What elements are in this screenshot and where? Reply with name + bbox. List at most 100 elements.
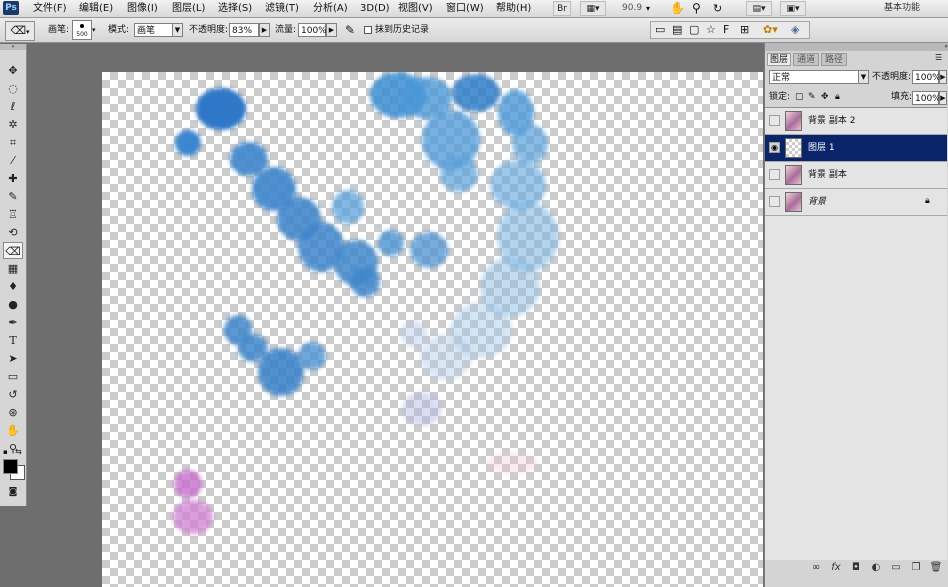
panel-menu-icon[interactable]: ☰ bbox=[935, 53, 942, 62]
workspace-switcher[interactable]: 基本功能 bbox=[884, 0, 920, 17]
brush-picker[interactable]: 500 bbox=[72, 20, 92, 40]
move-tool-icon[interactable]: ✥ bbox=[3, 62, 23, 79]
brush-tool-icon[interactable]: ✎ bbox=[3, 188, 23, 205]
mode-dropdown-icon[interactable]: ▼ bbox=[172, 23, 183, 37]
type-tool-icon[interactable]: T bbox=[3, 332, 23, 349]
menu-edit[interactable]: 编辑(E) bbox=[79, 0, 113, 17]
new-layer-icon[interactable]: ❐ bbox=[909, 561, 923, 575]
menu-filter[interactable]: 滤镜(T) bbox=[265, 0, 299, 17]
layer-row[interactable]: 背景 🔒︎ bbox=[765, 189, 947, 216]
rotate-view-icon[interactable]: ↻ bbox=[713, 0, 722, 17]
default-colors-icon[interactable]: ▪ bbox=[3, 448, 8, 456]
menu-view[interactable]: 视图(V) bbox=[398, 0, 433, 17]
menu-file[interactable]: 文件(F) bbox=[33, 0, 67, 17]
opacity-input[interactable]: 83% bbox=[229, 23, 259, 37]
pen-tool-icon[interactable]: ✒ bbox=[3, 314, 23, 331]
layer-name: 背景 副本 2 bbox=[808, 116, 856, 126]
airbrush-icon[interactable]: ✎ bbox=[345, 18, 355, 42]
tab-layers[interactable]: 图层 bbox=[767, 53, 791, 66]
layer-row[interactable]: ◉ 图层 1 bbox=[765, 135, 947, 162]
history-brush-tool-icon[interactable]: ⟲ bbox=[3, 224, 23, 241]
brush-picker-arrow-icon[interactable]: ▾ bbox=[92, 20, 100, 40]
screen-mode-button[interactable]: ▣▾ bbox=[780, 1, 806, 16]
menu-image[interactable]: 图像(I) bbox=[127, 0, 158, 17]
toolbox-collapse-icon[interactable]: » bbox=[0, 44, 26, 50]
frame-icon[interactable]: ▢ bbox=[689, 23, 699, 36]
quick-mask-icon[interactable]: ◙ bbox=[3, 484, 23, 501]
adjustment-layer-icon[interactable]: ◐ bbox=[869, 561, 883, 575]
menu-3d[interactable]: 3D(D) bbox=[360, 0, 390, 17]
group-folder-icon[interactable]: ▭ bbox=[889, 561, 903, 575]
trash-icon[interactable]: 🗑︎ bbox=[929, 561, 943, 575]
clone-stamp-tool-icon[interactable]: ♖ bbox=[3, 206, 23, 223]
lasso-tool-icon[interactable]: ℓ bbox=[3, 98, 23, 115]
layer-opacity-input[interactable]: 100% bbox=[912, 70, 941, 84]
eraser-preset-picker[interactable]: ⌫▾ bbox=[5, 21, 35, 41]
3d-rotate-tool-icon[interactable]: ↺ bbox=[3, 386, 23, 403]
font-panel-icon[interactable]: F bbox=[723, 23, 729, 36]
menu-window[interactable]: 窗口(W) bbox=[446, 0, 484, 17]
layer-row[interactable]: 背景 副本 2 bbox=[765, 108, 947, 135]
link-layers-icon[interactable]: ∞ bbox=[809, 561, 823, 575]
crop-tool-icon[interactable]: ⌗ bbox=[3, 134, 23, 151]
menu-help[interactable]: 帮助(H) bbox=[496, 0, 531, 17]
swap-colors-icon[interactable]: ⇆ bbox=[15, 447, 22, 456]
menu-select[interactable]: 选择(S) bbox=[218, 0, 252, 17]
blend-mode-select[interactable]: 正常 bbox=[769, 70, 869, 84]
healing-tool-icon[interactable]: ✚ bbox=[3, 170, 23, 187]
flow-input[interactable]: 100% bbox=[298, 23, 327, 37]
visibility-toggle[interactable] bbox=[769, 169, 780, 180]
view-extras-button[interactable]: ▦▾ bbox=[580, 1, 606, 16]
lock-transparency-icon[interactable]: ▢ bbox=[795, 85, 804, 109]
eraser-tool-icon[interactable]: ⌫ bbox=[3, 242, 23, 259]
eyedropper-tool-icon[interactable]: ⁄ bbox=[3, 152, 23, 169]
lock-pixels-icon[interactable]: ✎ bbox=[808, 85, 816, 109]
visibility-toggle[interactable] bbox=[769, 115, 780, 126]
blend-mode-dropdown-icon[interactable]: ▼ bbox=[858, 70, 869, 84]
zoom-dropdown-icon[interactable]: ▾ bbox=[646, 0, 650, 17]
fill-input[interactable]: 100% bbox=[912, 91, 941, 105]
blur-tool-icon[interactable]: ♦ bbox=[3, 278, 23, 295]
shape-tool-icon[interactable]: ▭ bbox=[3, 368, 23, 385]
layer-style-icon[interactable]: fx bbox=[829, 561, 843, 575]
zoom-level[interactable]: 90.9 bbox=[622, 0, 642, 17]
layer-mask-icon[interactable]: ◘ bbox=[849, 561, 863, 575]
tab-paths[interactable]: 路径 bbox=[821, 53, 847, 66]
panel-collapse-icon[interactable]: » bbox=[765, 43, 948, 51]
visibility-toggle[interactable] bbox=[769, 196, 780, 207]
3d-orbit-tool-icon[interactable]: ⊛ bbox=[3, 404, 23, 421]
fill-slider-icon[interactable]: ▶ bbox=[939, 91, 947, 105]
lock-all-icon[interactable]: 🔒︎ bbox=[835, 85, 840, 109]
visibility-eye-icon[interactable]: ◉ bbox=[769, 142, 780, 153]
hand-tool-icon[interactable]: ✋ bbox=[3, 422, 23, 439]
layer-row[interactable]: 背景 副本 bbox=[765, 162, 947, 189]
marquee-tool-icon[interactable]: ◌ bbox=[3, 80, 23, 97]
menu-layer[interactable]: 图层(L) bbox=[172, 0, 205, 17]
brush-panel-icon[interactable]: ✿▾ bbox=[763, 23, 778, 36]
tag-icon[interactable]: ◈ bbox=[791, 23, 799, 36]
tab-channels[interactable]: 通道 bbox=[793, 53, 819, 66]
panel-window-icon[interactable]: ▭ bbox=[655, 23, 665, 36]
foreground-color-swatch[interactable] bbox=[3, 459, 18, 474]
arrange-documents-button[interactable]: ▤▾ bbox=[746, 1, 772, 16]
brush-size: 500 bbox=[76, 31, 88, 38]
quick-select-tool-icon[interactable]: ✲ bbox=[3, 116, 23, 133]
menu-analysis[interactable]: 分析(A) bbox=[313, 0, 348, 17]
lock-position-icon[interactable]: ✥ bbox=[821, 85, 829, 109]
panel-layout-icon[interactable]: ▤ bbox=[672, 23, 682, 36]
star-icon[interactable]: ☆ bbox=[706, 23, 716, 36]
layer-opacity-slider-icon[interactable]: ▶ bbox=[939, 70, 947, 84]
document-canvas[interactable] bbox=[102, 72, 763, 587]
grid-panel-icon[interactable]: ⊞ bbox=[740, 23, 749, 36]
dodge-tool-icon[interactable]: ● bbox=[3, 296, 23, 313]
hand-icon[interactable]: ✋ bbox=[670, 0, 685, 17]
erase-history-checkbox[interactable] bbox=[364, 26, 372, 34]
flow-slider-icon[interactable]: ▶ bbox=[326, 23, 337, 37]
zoom-icon[interactable]: ⚲ bbox=[692, 0, 701, 17]
mode-select[interactable]: 画笔 bbox=[134, 23, 174, 37]
gradient-tool-icon[interactable]: ▦ bbox=[3, 260, 23, 277]
path-select-tool-icon[interactable]: ➤ bbox=[3, 350, 23, 367]
bridge-button[interactable]: Br bbox=[553, 1, 571, 16]
opacity-slider-icon[interactable]: ▶ bbox=[259, 23, 270, 37]
paint-stroke bbox=[420, 334, 472, 380]
